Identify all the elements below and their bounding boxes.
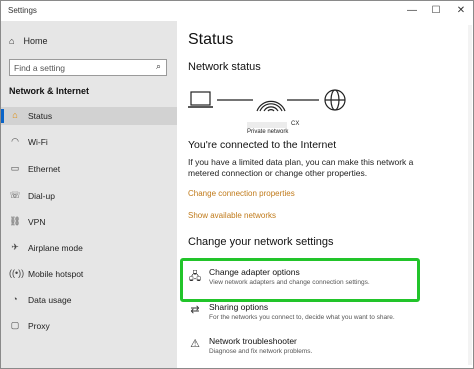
sidebar-item-ethernet[interactable]: ▭ Ethernet <box>1 160 177 178</box>
change-settings-heading: Change your network settings <box>188 236 334 248</box>
sidebar-item-proxy[interactable]: ▢ Proxy <box>1 317 177 335</box>
sidebar-item-label: Airplane mode <box>28 243 83 253</box>
sidebar-item-vpn[interactable]: ⛓ VPN <box>1 213 177 231</box>
wifi-router-icon <box>256 100 286 112</box>
connected-heading: You're connected to the Internet <box>188 139 337 151</box>
sidebar-item-mobile-hotspot[interactable]: ((•)) Mobile hotspot <box>1 265 177 283</box>
airplane-icon: ✈ <box>11 242 19 252</box>
data-usage-icon: ◔ <box>12 294 18 304</box>
network-name-suffix: CX <box>291 121 300 127</box>
main-content: Status Network status CX Private network… <box>177 21 473 368</box>
network-name-redacted <box>247 122 287 128</box>
network-type: Private network <box>247 129 289 135</box>
sidebar-item-data-usage[interactable]: ◔ Data usage <box>1 291 177 309</box>
window-title: Settings <box>8 6 37 15</box>
proxy-icon: ▢ <box>10 320 20 330</box>
close-button[interactable]: ✕ <box>450 3 472 19</box>
sidebar-item-dialup[interactable]: ☏ Dial-up <box>1 187 177 205</box>
status-icon: ⌂ <box>12 110 18 120</box>
maximize-button[interactable]: ☐ <box>425 3 447 19</box>
sidebar: ⌂ Home Find a setting ⌕ Network & Intern… <box>1 21 177 368</box>
dialup-icon: ☏ <box>9 190 21 200</box>
laptop-icon <box>188 91 213 108</box>
search-icon: ⌕ <box>155 61 161 71</box>
network-diagram: CX Private network <box>187 89 357 135</box>
sharing-options[interactable]: ⇄ Sharing options For the networks you c… <box>187 301 457 331</box>
sidebar-item-label: Mobile hotspot <box>28 269 84 279</box>
sidebar-item-label: Dial-up <box>28 191 55 201</box>
wifi-icon: ◠ <box>11 136 19 146</box>
sidebar-item-label: Wi-Fi <box>28 137 48 147</box>
globe-icon <box>324 89 346 111</box>
warning-icon: ⚠ <box>190 338 200 350</box>
show-available-networks-link[interactable]: Show available networks <box>188 211 276 220</box>
sidebar-item-label: Proxy <box>28 321 50 331</box>
vpn-icon: ⛓ <box>9 216 21 226</box>
option-desc: For the networks you connect to, decide … <box>209 314 395 321</box>
minimize-button[interactable]: — <box>401 3 423 19</box>
sidebar-item-wifi[interactable]: ◠ Wi-Fi <box>1 133 177 151</box>
scrollbar[interactable] <box>468 25 472 365</box>
title-bar: Settings — ☐ ✕ <box>1 1 473 21</box>
sharing-icon: ⇄ <box>190 304 200 316</box>
option-title: Network troubleshooter <box>209 336 297 346</box>
highlight-box <box>180 258 420 302</box>
connected-text: If you have a limited data plan, you can… <box>188 157 414 178</box>
settings-window: Settings — ☐ ✕ ⌂ Home Find a setting ⌕ N… <box>0 0 474 369</box>
sidebar-item-label: VPN <box>28 217 46 227</box>
sidebar-item-label: Data usage <box>28 295 72 305</box>
network-troubleshooter[interactable]: ⚠ Network troubleshooter Diagnose and fi… <box>187 335 457 365</box>
sidebar-item-airplane-mode[interactable]: ✈ Airplane mode <box>1 239 177 257</box>
search-input[interactable]: Find a setting ⌕ <box>9 59 167 76</box>
hotspot-icon: ((•)) <box>9 268 25 278</box>
ethernet-icon: ▭ <box>10 163 20 173</box>
option-desc: Diagnose and fix network problems. <box>209 348 313 355</box>
network-status-heading: Network status <box>188 61 261 73</box>
home-icon: ⌂ <box>9 36 15 46</box>
sidebar-item-status[interactable]: ⌂ Status <box>1 107 177 125</box>
sidebar-item-label: Status <box>28 111 53 121</box>
option-title: Sharing options <box>209 302 269 312</box>
home-link[interactable]: ⌂ Home <box>9 36 48 46</box>
section-title: Network & Internet <box>9 86 90 96</box>
change-connection-properties-link[interactable]: Change connection properties <box>188 189 295 198</box>
search-placeholder: Find a setting <box>14 63 66 73</box>
sidebar-item-label: Ethernet <box>28 164 61 174</box>
home-label: Home <box>23 36 48 46</box>
page-title: Status <box>188 31 234 48</box>
